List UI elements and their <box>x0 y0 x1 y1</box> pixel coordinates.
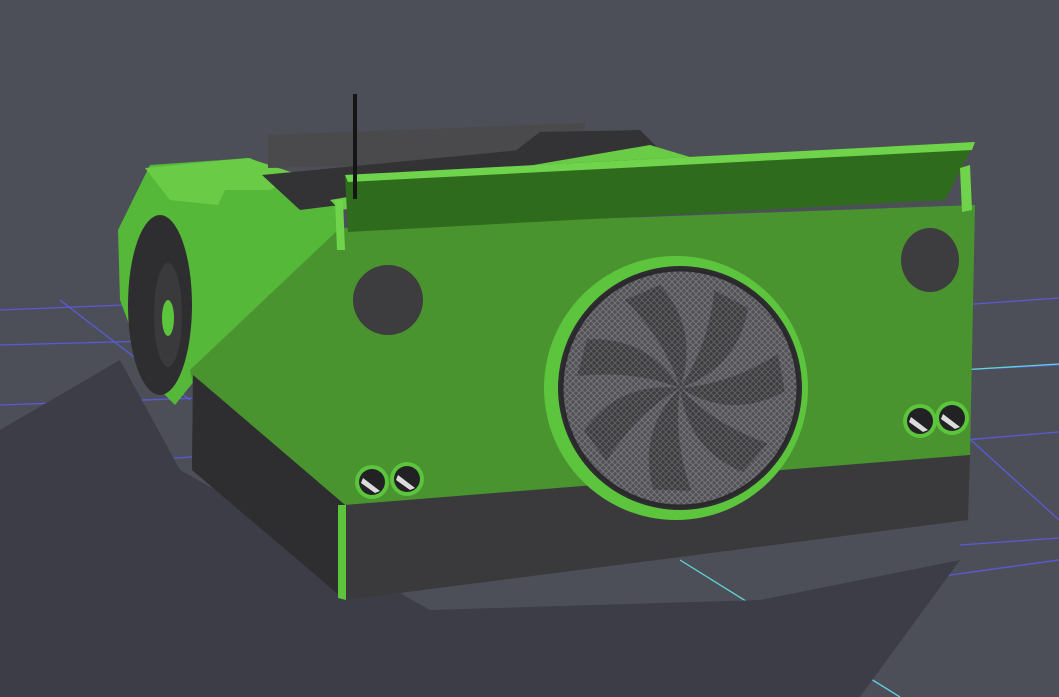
adjustment-knob[interactable] <box>935 401 969 435</box>
adjustment-knob[interactable] <box>390 462 424 496</box>
left-wheel-axle <box>162 300 174 336</box>
left-distance-sensor <box>353 265 423 335</box>
right-distance-sensor <box>901 228 959 292</box>
grid-line <box>964 431 1059 441</box>
adjustment-knob[interactable] <box>355 465 389 499</box>
grid-line <box>959 297 1059 306</box>
robot-skirt-edge <box>338 505 346 600</box>
grid-axis-line <box>959 363 1059 371</box>
wing-right-strut <box>960 165 972 212</box>
3d-viewport[interactable] <box>0 0 1059 697</box>
grid-line <box>959 429 1059 521</box>
3d-scene-canvas[interactable] <box>0 0 1059 697</box>
adjustment-knob[interactable] <box>903 404 937 438</box>
grid-line <box>959 537 1059 546</box>
antenna <box>353 94 357 199</box>
